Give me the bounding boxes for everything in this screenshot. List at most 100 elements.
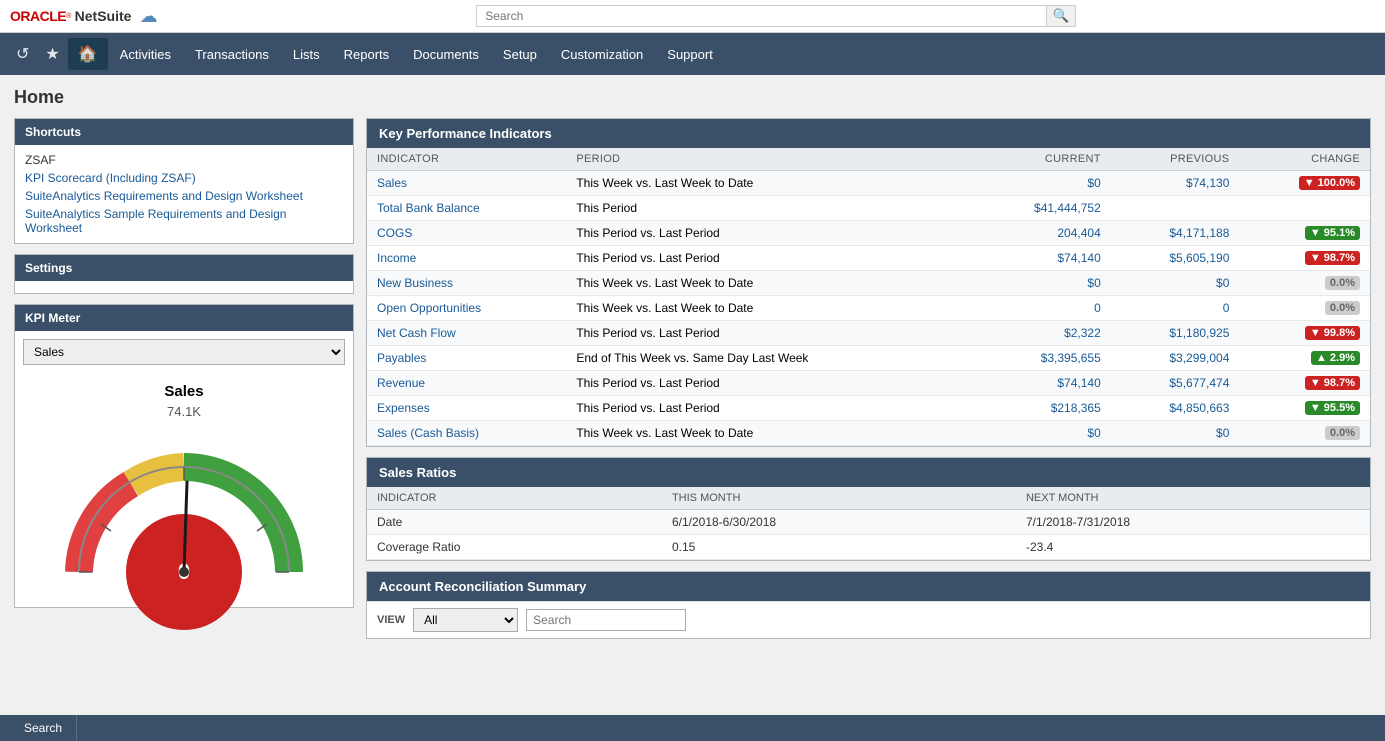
nav-transactions[interactable]: Transactions: [183, 33, 281, 75]
kpi-indicator-link[interactable]: New Business: [377, 276, 453, 290]
kpi-cell-previous: $4,171,188: [1111, 221, 1240, 246]
sr-table-body: Date6/1/2018-6/30/20187/1/2018-7/31/2018…: [367, 510, 1370, 560]
shortcut-suite-analytics-sample[interactable]: SuiteAnalytics Sample Requirements and D…: [15, 205, 353, 237]
kpi-cell-change: ▼ 100.0%: [1239, 171, 1370, 196]
kpi-indicator-link[interactable]: Sales (Cash Basis): [377, 426, 479, 440]
kpi-meter-select-row: Sales Revenue Expenses Income: [15, 331, 353, 373]
kpi-table-header-row: INDICATOR PERIOD CURRENT PREVIOUS CHANGE: [367, 148, 1370, 171]
kpi-meter-panel-header: KPI Meter: [15, 305, 353, 331]
ar-view-select[interactable]: All Reconciled Unreconciled: [413, 608, 518, 632]
favorites-icon-button[interactable]: ★: [37, 40, 67, 68]
kpi-cell-current: $41,444,752: [971, 196, 1110, 221]
account-reconciliation-panel: Account Reconciliation Summary VIEW All …: [366, 571, 1371, 639]
sr-col-next-month: NEXT MONTH: [1016, 487, 1370, 510]
kpi-table-row: Income This Period vs. Last Period$74,140…: [367, 246, 1370, 271]
kpi-indicators-table: INDICATOR PERIOD CURRENT PREVIOUS CHANGE…: [367, 148, 1370, 446]
settings-panel-body: [15, 281, 353, 293]
sr-cell-indicator: Date: [367, 510, 662, 535]
search-input[interactable]: [476, 5, 1046, 27]
kpi-indicators-panel-header: Key Performance Indicators: [367, 119, 1370, 148]
kpi-cell-previous: $3,299,004: [1111, 346, 1240, 371]
kpi-cell-current: $74,140: [971, 246, 1110, 271]
kpi-indicator-link[interactable]: Sales: [377, 176, 407, 190]
shortcuts-panel: Shortcuts ZSAF KPI Scorecard (Including …: [14, 118, 354, 244]
kpi-cell-previous: 0: [1111, 296, 1240, 321]
kpi-cell-period: This Period vs. Last Period: [566, 371, 971, 396]
nav-setup[interactable]: Setup: [491, 33, 549, 75]
kpi-cell-period: This Period vs. Last Period: [566, 246, 971, 271]
settings-panel-header: Settings: [15, 255, 353, 281]
kpi-cell-change: ▼ 98.7%: [1239, 246, 1370, 271]
main-layout: Shortcuts ZSAF KPI Scorecard (Including …: [14, 118, 1371, 649]
home-icon-button[interactable]: 🏠: [68, 38, 108, 70]
kpi-cell-indicator: Open Opportunities: [367, 296, 566, 321]
history-icon-button[interactable]: ↺: [8, 40, 37, 68]
kpi-cell-indicator: COGS: [367, 221, 566, 246]
kpi-cell-period: This Week vs. Last Week to Date: [566, 171, 971, 196]
kpi-table-row: Total Bank Balance This Period$41,444,752: [367, 196, 1370, 221]
kpi-indicator-link[interactable]: Net Cash Flow: [377, 326, 456, 340]
kpi-cell-current: $0: [971, 421, 1110, 446]
bottom-tab-search[interactable]: Search: [10, 715, 77, 741]
sales-ratios-panel-header: Sales Ratios: [367, 458, 1370, 487]
kpi-cell-current: 0: [971, 296, 1110, 321]
kpi-cell-indicator: Total Bank Balance: [367, 196, 566, 221]
nav-lists[interactable]: Lists: [281, 33, 332, 75]
sr-cell-indicator: Coverage Ratio: [367, 535, 662, 560]
nav-documents[interactable]: Documents: [401, 33, 491, 75]
kpi-indicator-link[interactable]: Payables: [377, 351, 426, 365]
kpi-cell-current: $218,365: [971, 396, 1110, 421]
page-title: Home: [14, 87, 1371, 108]
sr-cell-next_month: -23.4: [1016, 535, 1370, 560]
kpi-indicator-link[interactable]: Income: [377, 251, 416, 265]
kpi-meter-gauge: 0: [44, 427, 324, 597]
sr-cell-next_month: 7/1/2018-7/31/2018: [1016, 510, 1370, 535]
kpi-cell-previous: $0: [1111, 421, 1240, 446]
nav-support[interactable]: Support: [655, 33, 725, 75]
kpi-indicators-panel: Key Performance Indicators INDICATOR PER…: [366, 118, 1371, 447]
kpi-col-indicator: INDICATOR: [367, 148, 566, 171]
ar-view-label: VIEW: [377, 614, 405, 626]
shortcut-kpi-scorecard[interactable]: KPI Scorecard (Including ZSAF): [15, 169, 353, 187]
kpi-indicator-link[interactable]: COGS: [377, 226, 412, 240]
kpi-col-period: PERIOD: [566, 148, 971, 171]
nav-reports[interactable]: Reports: [332, 33, 402, 75]
kpi-col-current: CURRENT: [971, 148, 1110, 171]
kpi-cell-indicator: Net Cash Flow: [367, 321, 566, 346]
right-column: Key Performance Indicators INDICATOR PER…: [366, 118, 1371, 649]
kpi-table-row: ExpensesThis Period vs. Last Period$218,…: [367, 396, 1370, 421]
change-badge: 0.0%: [1325, 276, 1360, 290]
nav-customization[interactable]: Customization: [549, 33, 655, 75]
kpi-cell-current: $2,322: [971, 321, 1110, 346]
sr-col-this-month: THIS MONTH: [662, 487, 1016, 510]
kpi-cell-period: This Period: [566, 196, 971, 221]
change-badge: 0.0%: [1325, 426, 1360, 440]
kpi-meter-value-label: 74.1K: [167, 404, 201, 419]
left-column: Shortcuts ZSAF KPI Scorecard (Including …: [14, 118, 354, 618]
ar-search-input[interactable]: [526, 609, 686, 631]
change-badge: ▼ 95.1%: [1305, 226, 1360, 240]
kpi-cell-current: 204,404: [971, 221, 1110, 246]
kpi-table-row: Payables End of This Week vs. Same Day La…: [367, 346, 1370, 371]
logo: ORACLE ® NetSuite ☁: [10, 6, 157, 27]
kpi-col-change: CHANGE: [1239, 148, 1370, 171]
sales-ratios-panel: Sales Ratios INDICATOR THIS MONTH NEXT M…: [366, 457, 1371, 561]
kpi-cell-indicator: Sales (Cash Basis): [367, 421, 566, 446]
kpi-cell-period: End of This Week vs. Same Day Last Week: [566, 346, 971, 371]
nav-activities[interactable]: Activities: [108, 33, 183, 75]
shortcut-suite-analytics-req[interactable]: SuiteAnalytics Requirements and Design W…: [15, 187, 353, 205]
kpi-meter-container: Sales 74.1K 0: [15, 373, 353, 607]
search-button[interactable]: 🔍: [1047, 5, 1077, 27]
cloud-icon: ☁: [139, 6, 157, 27]
kpi-cell-previous: $4,850,663: [1111, 396, 1240, 421]
kpi-table-row: COGSThis Period vs. Last Period204,404$4…: [367, 221, 1370, 246]
kpi-indicator-link[interactable]: Expenses: [377, 401, 430, 415]
sr-cell-this_month: 6/1/2018-6/30/2018: [662, 510, 1016, 535]
kpi-cell-current: $3,395,655: [971, 346, 1110, 371]
kpi-indicator-link[interactable]: Revenue: [377, 376, 425, 390]
kpi-cell-change: ▼ 99.8%: [1239, 321, 1370, 346]
kpi-meter-select[interactable]: Sales Revenue Expenses Income: [23, 339, 345, 365]
ar-filter-row: VIEW All Reconciled Unreconciled: [367, 601, 1370, 638]
kpi-indicator-link[interactable]: Total Bank Balance: [377, 201, 480, 215]
kpi-indicator-link[interactable]: Open Opportunities: [377, 301, 481, 315]
